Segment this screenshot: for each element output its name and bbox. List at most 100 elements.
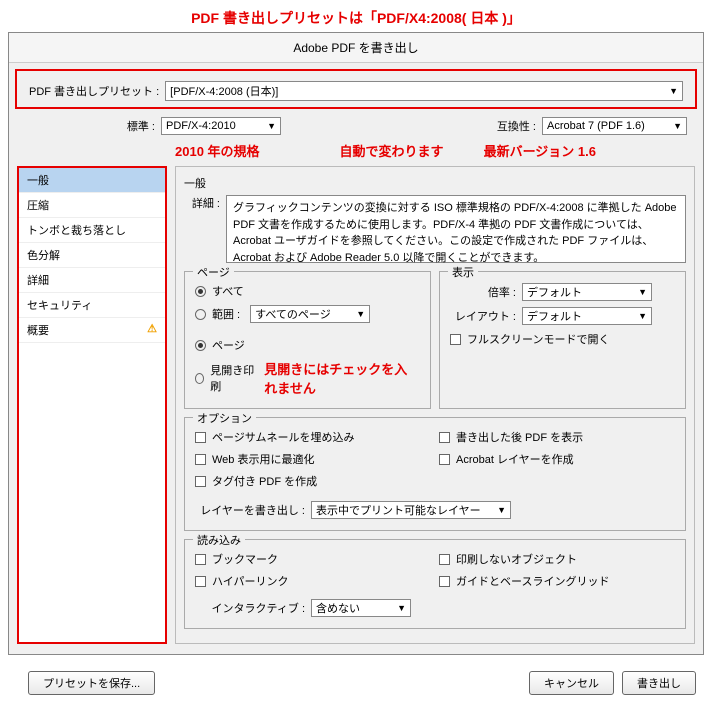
zoom-label: 倍率 : [450,284,516,300]
annotation-ver: 最新バージョン 1.6 [484,141,596,160]
preset-select[interactable]: [PDF/X-4:2008 (日本)] ▼ [165,81,683,101]
acrolayer-check[interactable]: Acrobat レイヤーを作成 [439,448,675,470]
standard-select[interactable]: PDF/X-4:2010 ▼ [161,117,281,135]
radio-all[interactable]: すべて [195,280,420,302]
sidebar-item-compression[interactable]: 圧縮 [19,193,165,218]
export-button[interactable]: 書き出し [622,671,696,695]
webopt-label: Web 表示用に最適化 [212,451,314,467]
checkbox-icon [450,334,461,345]
description-row: 詳細 : グラフィックコンテンツの変換に対する ISO 標準規格の PDF/X-… [184,195,686,263]
tagged-label: タグ付き PDF を作成 [212,473,317,489]
guide-label: ガイドとベースライングリッド [456,573,609,589]
radio-page-label: ページ [212,337,245,353]
annotation-std: 2010 年の規格 [175,141,260,160]
radio-icon [195,340,206,351]
chevron-down-icon: ▼ [638,287,647,297]
chevron-down-icon: ▼ [638,311,647,321]
radio-icon [195,373,204,384]
panel-title: 一般 [184,173,686,195]
desc-textarea[interactable]: グラフィックコンテンツの変換に対する ISO 標準規格の PDF/X-4:200… [226,195,686,263]
compat-select[interactable]: Acrobat 7 (PDF 1.6) ▼ [542,117,687,135]
sidebar-item-security[interactable]: セキュリティ [19,293,165,318]
radio-all-label: すべて [212,283,244,299]
chevron-down-icon: ▼ [397,603,406,613]
import-legend: 読み込み [193,532,245,548]
fullscreen-check[interactable]: フルスクリーンモードで開く [450,328,675,350]
sidebar-item-output[interactable]: 色分解 [19,243,165,268]
annotation-spread: 見開きにはチェックを入れません [264,359,420,397]
chevron-down-icon: ▼ [669,86,678,96]
tagged-check[interactable]: タグ付き PDF を作成 [195,470,431,492]
zoom-select[interactable]: デフォルト ▼ [522,283,652,301]
chevron-down-icon: ▼ [497,505,506,515]
hyperlink-label: ハイパーリンク [212,573,289,589]
standard-row: 標準 : PDF/X-4:2010 ▼ 互換性 : Acrobat 7 (PDF… [9,115,703,139]
radio-range-label: 範囲 : [212,306,240,322]
checkbox-icon [195,454,206,465]
category-sidebar: 一般 圧縮 トンボと裁ち落とし 色分解 詳細 セキュリティ 概要 ⚠ [17,166,167,644]
export-pdf-dialog: Adobe PDF を書き出し PDF 書き出しプリセット : [PDF/X-4… [8,32,704,655]
sidebar-item-summary[interactable]: 概要 ⚠ [19,318,165,343]
nonprint-label: 印刷しないオブジェクト [456,551,577,567]
bookmark-check[interactable]: ブックマーク [195,548,431,570]
interactive-label: インタラクティブ : [195,600,305,616]
desc-label: 詳細 : [184,195,220,263]
bookmark-label: ブックマーク [212,551,278,567]
pages-fieldset: ページ すべて 範囲 : すべてのページ ▼ [184,271,431,409]
range-select[interactable]: すべてのページ ▼ [250,305,370,323]
interactive-value: 含めない [316,600,360,616]
showafter-check[interactable]: 書き出した後 PDF を表示 [439,426,675,448]
export-layers-label: レイヤーを書き出し : [195,502,305,518]
chevron-down-icon: ▼ [267,121,276,131]
interactive-select[interactable]: 含めない ▼ [311,599,411,617]
chevron-down-icon: ▼ [673,121,682,131]
thumb-label: ページサムネールを埋め込み [212,429,355,445]
nonprint-check[interactable]: 印刷しないオブジェクト [439,548,675,570]
radio-icon [195,309,206,320]
checkbox-icon [439,576,450,587]
radio-page[interactable]: ページ [195,334,420,356]
checkbox-icon [439,454,450,465]
export-layers-select[interactable]: 表示中でプリント可能なレイヤー ▼ [311,501,511,519]
options-fieldset: オプション ページサムネールを埋め込み Web 表示用に最適化 タグ付き PDF… [184,417,686,531]
range-value: すべてのページ [255,306,331,322]
chevron-down-icon: ▼ [356,309,365,319]
layout-select[interactable]: デフォルト ▼ [522,307,652,325]
import-fieldset: 読み込み ブックマーク ハイパーリンク 印刷しないオブジェクト ガイドとベースラ… [184,539,686,629]
checkbox-icon [195,554,206,565]
preset-row: PDF 書き出しプリセット : [PDF/X-4:2008 (日本)] ▼ [15,69,697,109]
warning-icon: ⚠ [147,322,157,338]
showafter-label: 書き出した後 PDF を表示 [456,429,583,445]
annotation-top: PDF 書き出しプリセットは「PDF/X4:2008( 日本 )」 [0,0,712,30]
compat-value: Acrobat 7 (PDF 1.6) [547,120,645,132]
dialog-title: Adobe PDF を書き出し [9,33,703,63]
checkbox-icon [195,476,206,487]
save-preset-button[interactable]: プリセットを保存... [28,671,155,695]
main-panel: 一般 詳細 : グラフィックコンテンツの変換に対する ISO 標準規格の PDF… [175,166,695,644]
layout-label: レイアウト : [450,308,516,324]
sidebar-item-general[interactable]: 一般 [19,168,165,193]
display-legend: 表示 [448,264,478,280]
hyperlink-check[interactable]: ハイパーリンク [195,570,431,592]
compat-label: 互換性 : [497,118,536,134]
radio-spread-label: 見開き印刷 [210,362,254,394]
export-layers-value: 表示中でプリント可能なレイヤー [316,502,481,518]
sidebar-item-advanced[interactable]: 詳細 [19,268,165,293]
standard-label: 標準 : [25,118,155,134]
sidebar-item-label: 概要 [27,322,49,338]
radio-spread[interactable]: 見開き印刷 見開きにはチェックを入れません [195,356,420,400]
radio-range[interactable]: 範囲 : すべてのページ ▼ [195,302,420,326]
thumb-check[interactable]: ページサムネールを埋め込み [195,426,431,448]
standard-value: PDF/X-4:2010 [166,120,236,132]
cancel-button[interactable]: キャンセル [529,671,614,695]
sidebar-item-marks[interactable]: トンボと裁ち落とし [19,218,165,243]
checkbox-icon [439,554,450,565]
preset-label: PDF 書き出しプリセット : [29,83,159,99]
radio-icon [195,286,206,297]
guide-check[interactable]: ガイドとベースライングリッド [439,570,675,592]
display-fieldset: 表示 倍率 : デフォルト ▼ レイアウト : デフォルト ▼ [439,271,686,409]
dialog-footer: プリセットを保存... キャンセル 書き出し [0,663,712,703]
checkbox-icon [439,432,450,443]
webopt-check[interactable]: Web 表示用に最適化 [195,448,431,470]
layout-value: デフォルト [527,308,582,324]
